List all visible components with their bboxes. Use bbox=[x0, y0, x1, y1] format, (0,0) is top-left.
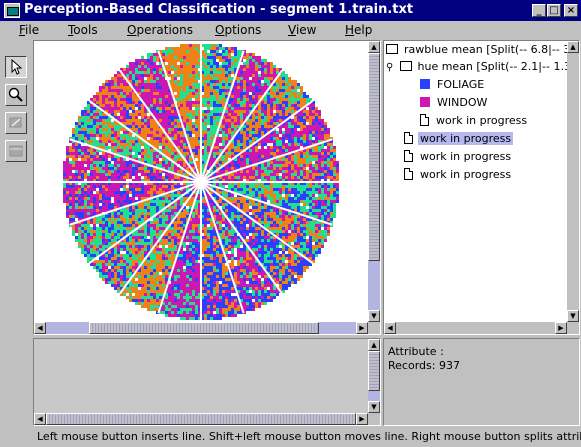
window-icon bbox=[9, 145, 23, 157]
scroll-down-arrow[interactable]: ▼ bbox=[368, 401, 380, 413]
tree-leaf-node[interactable]: work in progress bbox=[404, 149, 513, 165]
menu-tools[interactable]: Tools bbox=[68, 23, 98, 37]
scroll-right-arrow[interactable]: ▶ bbox=[555, 322, 567, 334]
records-line: Records: 937 bbox=[388, 359, 460, 372]
minimize-button[interactable]: _ bbox=[532, 4, 546, 17]
folder-icon bbox=[399, 61, 412, 71]
scroll-thumb[interactable] bbox=[89, 322, 319, 334]
tree-root-node[interactable]: rawblue mean [Split(-- 6.8|-- 38.1|-- 7 bbox=[386, 42, 567, 58]
scroll-right-arrow[interactable]: ▶ bbox=[356, 322, 368, 334]
attribute-label: Attribute : bbox=[388, 345, 444, 358]
class-color-swatch bbox=[420, 97, 430, 107]
log-text-area[interactable] bbox=[34, 339, 368, 413]
log-horizontal-scrollbar[interactable]: ◀ ▶ bbox=[34, 413, 368, 425]
records-label: Records: bbox=[388, 359, 436, 372]
info-panel: Attribute : Records: 937 bbox=[383, 338, 580, 426]
scroll-up-arrow[interactable]: ▲ bbox=[368, 41, 380, 53]
menu-options[interactable]: Options bbox=[215, 23, 261, 37]
app-icon bbox=[4, 3, 20, 18]
scroll-down-arrow[interactable]: ▼ bbox=[567, 310, 579, 322]
document-icon bbox=[404, 168, 413, 180]
tree-class-foliage[interactable]: FOLIAGE bbox=[420, 77, 486, 93]
folder-icon bbox=[386, 44, 398, 54]
menu-help[interactable]: Help bbox=[345, 23, 372, 37]
pointer-icon bbox=[11, 59, 23, 75]
viz-horizontal-scrollbar[interactable]: ◀ ▶ bbox=[34, 322, 368, 334]
scroll-thumb[interactable] bbox=[46, 413, 356, 425]
window-title: Perception-Based Classification - segmen… bbox=[24, 2, 414, 17]
scroll-right-arrow[interactable]: ▶ bbox=[356, 413, 368, 425]
menu-operations[interactable]: Operations bbox=[127, 23, 193, 37]
decision-tree-panel: rawblue mean [Split(-- 6.8|-- 38.1|-- 7 … bbox=[383, 40, 580, 335]
scroll-left-arrow[interactable]: ◀ bbox=[384, 322, 396, 334]
scroll-up-arrow[interactable]: ▲ bbox=[368, 339, 380, 351]
tree-child-node[interactable]: ⚲ hue mean [Split(-- 2.1|-- 1.3)] bbox=[386, 59, 567, 75]
scroll-up-arrow[interactable]: ▲ bbox=[567, 41, 579, 53]
tree-horizontal-scrollbar[interactable]: ◀ ▶ bbox=[384, 322, 567, 334]
title-bar: Perception-Based Classification - segmen… bbox=[0, 0, 581, 21]
scroll-down-arrow[interactable]: ▼ bbox=[368, 310, 380, 322]
document-icon bbox=[420, 114, 429, 126]
circle-segments-chart[interactable] bbox=[34, 41, 368, 322]
menu-bar: File Tools Operations Options View Help bbox=[0, 21, 581, 40]
close-button[interactable]: × bbox=[564, 4, 578, 17]
center-point bbox=[195, 176, 207, 188]
tree-class-window[interactable]: WINDOW bbox=[420, 95, 489, 111]
status-bar: Left mouse button inserts line. Shift+le… bbox=[0, 428, 581, 447]
expand-toggle-icon[interactable]: ⚲ bbox=[386, 60, 396, 76]
visualization-panel: ▲ ▼ ◀ ▶ bbox=[33, 40, 381, 335]
document-icon bbox=[404, 150, 413, 162]
tree-leaf-node-selected[interactable]: work in progress bbox=[404, 131, 514, 147]
log-vertical-scrollbar[interactable]: ▲ ▼ bbox=[368, 339, 380, 413]
edit-tool-button[interactable] bbox=[5, 112, 27, 134]
scroll-thumb[interactable] bbox=[368, 351, 380, 391]
scroll-corner bbox=[368, 322, 380, 334]
maximize-button[interactable]: □ bbox=[547, 4, 561, 17]
tree-vertical-scrollbar[interactable]: ▲ ▼ bbox=[567, 41, 579, 322]
tree-leaf-node[interactable]: work in progress bbox=[404, 167, 513, 183]
decision-tree-view: rawblue mean [Split(-- 6.8|-- 38.1|-- 7 … bbox=[384, 41, 567, 322]
scroll-thumb[interactable] bbox=[368, 53, 380, 261]
menu-file[interactable]: File bbox=[19, 23, 39, 37]
log-panel: ▲ ▼ ◀ ▶ bbox=[33, 338, 381, 426]
document-icon bbox=[404, 132, 413, 144]
edit-icon bbox=[9, 117, 22, 128]
select-pointer-button[interactable] bbox=[5, 56, 27, 78]
zoom-button[interactable] bbox=[5, 84, 27, 106]
status-text: Left mouse button inserts line. Shift+le… bbox=[37, 430, 581, 443]
tree-leaf-node[interactable]: work in progress bbox=[420, 113, 529, 129]
viz-vertical-scrollbar[interactable]: ▲ ▼ bbox=[368, 41, 380, 322]
scroll-left-arrow[interactable]: ◀ bbox=[34, 322, 46, 334]
menu-view[interactable]: View bbox=[288, 23, 316, 37]
magnifier-icon bbox=[8, 87, 23, 102]
class-color-swatch bbox=[420, 79, 430, 89]
scroll-left-arrow[interactable]: ◀ bbox=[34, 413, 46, 425]
visualization-canvas[interactable] bbox=[34, 41, 368, 322]
window-tool-button[interactable] bbox=[5, 140, 27, 162]
records-value: 937 bbox=[438, 359, 460, 372]
